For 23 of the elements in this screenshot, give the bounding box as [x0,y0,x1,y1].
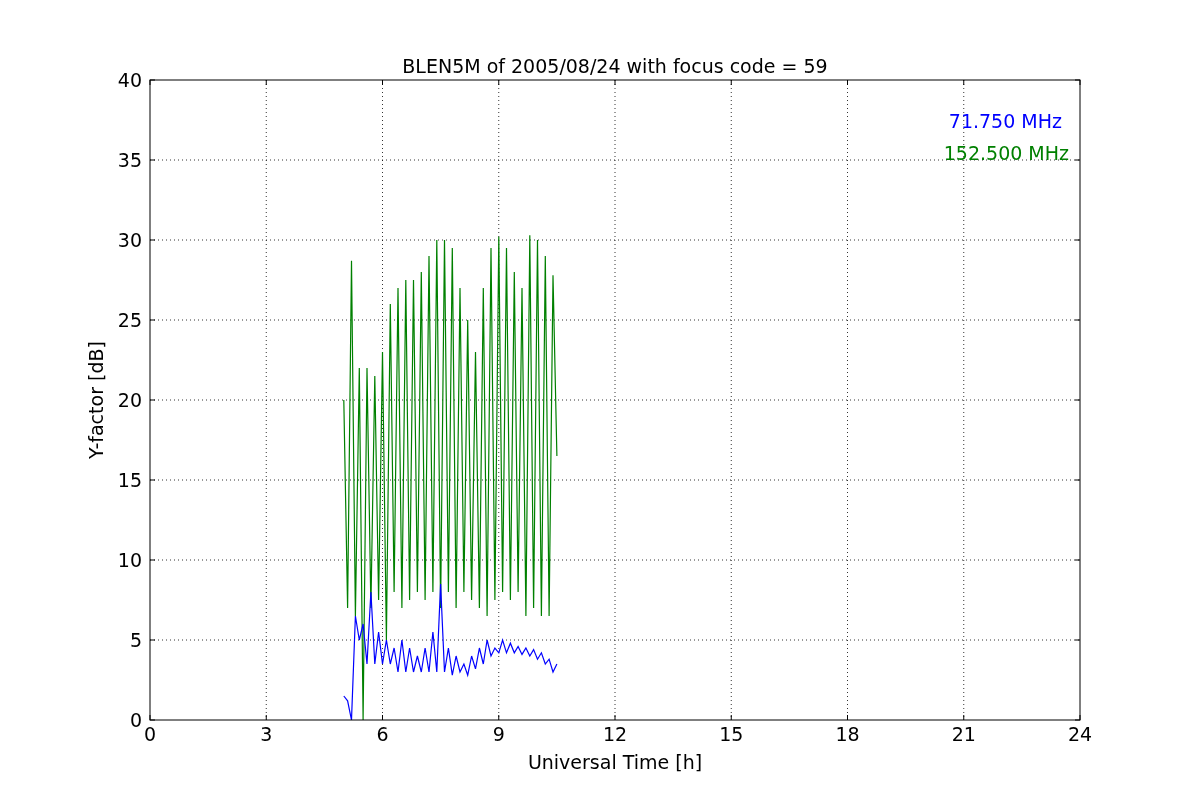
x-axis-label: Universal Time [h] [527,751,703,773]
tick-label: 21 [951,723,976,745]
y-axis-label: Y-factor [dB] [85,341,107,459]
legend-label: 71.750 MHz [948,110,1062,132]
tick-label: 12 [602,723,628,745]
tick-label: 30 [117,229,142,251]
tick-label: 5 [129,629,142,651]
tick-label: 9 [492,723,505,745]
tick-label: 6 [376,723,389,745]
tick-label: 0 [129,709,142,731]
tick-label: 10 [117,549,142,571]
tick-label: 15 [117,469,142,491]
chart-title: BLEN5M of 2005/08/24 with focus code = 59 [402,55,828,77]
tick-label: 35 [117,149,142,171]
tick-label: 15 [719,723,744,745]
legend-label: 152.500 MHz [943,142,1069,164]
tick-label: 25 [117,309,142,331]
tick-label: 40 [117,69,142,91]
tick-label: 24 [1067,723,1093,745]
tick-label: 3 [260,723,273,745]
tick-label: 0 [143,723,157,745]
tick-label: 20 [117,389,142,411]
tick-label: 18 [835,723,860,745]
